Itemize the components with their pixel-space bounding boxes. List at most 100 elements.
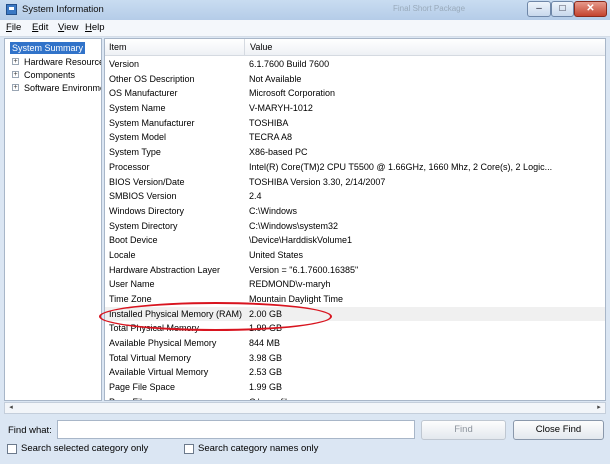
search-category-names-checkbox[interactable] <box>184 444 194 454</box>
scroll-right-arrow-icon[interactable]: ▸ <box>593 403 605 413</box>
table-row[interactable]: Boot Device \Device\HarddiskVolume1 <box>105 233 605 248</box>
row-item: System Directory <box>109 220 178 231</box>
row-item: User Name <box>109 279 155 290</box>
row-item: Other OS Description <box>109 73 195 84</box>
row-item: Windows Directory <box>109 205 185 216</box>
row-value: C:\Windows\system32 <box>249 220 339 231</box>
row-item: Version <box>109 59 140 69</box>
tree-item-system-summary[interactable]: System Summary <box>10 42 86 54</box>
list-rows: Version 6.1.7600 Build 7600 Other OS Descr… <box>105 57 605 400</box>
menu-help[interactable]: Help <box>85 22 105 33</box>
find-what-label: Find what: <box>8 425 52 436</box>
table-row[interactable]: Time Zone Mountain Daylight Time <box>105 292 605 307</box>
row-item: Locale <box>109 249 136 260</box>
search-category-names-label: Search category names only <box>198 443 319 454</box>
row-item: BIOS Version/Date <box>109 176 185 187</box>
close-button[interactable]: ✕ <box>574 1 607 17</box>
row-item: Installed Physical Memory (RAM) <box>109 308 243 319</box>
row-value: Not Available <box>249 73 302 84</box>
row-value: Intel(R) Core(TM)2 CPU T5500 @ 1.66GHz, … <box>249 161 553 172</box>
table-row[interactable]: System Name V-MARYH-1012 <box>105 101 605 116</box>
row-value: TOSHIBA Version 3.30, 2/14/2007 <box>249 176 386 187</box>
row-value: X86-based PC <box>249 147 308 158</box>
row-value: 844 MB <box>249 338 281 349</box>
system-information-icon <box>6 4 17 15</box>
menu-bar: File Edit View Help <box>0 20 610 37</box>
find-button[interactable]: Find <box>421 420 506 440</box>
table-row[interactable]: OS Manufacturer Microsoft Corporation <box>105 86 605 101</box>
row-value: REDMOND\v-maryh <box>249 279 331 290</box>
row-item: Page File <box>109 395 245 400</box>
row-item: System Type <box>109 147 161 158</box>
close-find-button[interactable]: Close Find <box>513 420 604 440</box>
row-item: Total Physical Memory <box>109 323 200 334</box>
expand-icon[interactable]: + <box>12 58 19 65</box>
row-value: 1.99 GB <box>249 323 283 334</box>
row-item: System Manufacturer <box>109 117 195 128</box>
column-header-item[interactable]: Item <box>105 39 245 55</box>
search-selected-category-checkbox[interactable] <box>7 444 17 454</box>
expand-icon[interactable]: + <box>12 71 19 78</box>
tree-item-label: Software Environment <box>24 83 101 93</box>
table-row[interactable]: Page File Space 1.99 GB <box>105 380 605 395</box>
row-value: 6.1.7600 Build 7600 <box>249 59 330 69</box>
row-value: 2.00 GB <box>249 308 283 319</box>
table-row[interactable]: System Type X86-based PC <box>105 145 605 160</box>
row-value: 2.4 <box>249 191 262 202</box>
row-item: System Name <box>109 103 166 114</box>
row-item: Boot Device <box>109 235 158 246</box>
row-item: Processor <box>109 161 150 172</box>
minimize-button[interactable]: – <box>527 1 551 17</box>
tree-item-label: Hardware Resources <box>24 57 102 67</box>
row-item: System Model <box>109 132 167 143</box>
table-row[interactable]: Total Physical Memory 1.99 GB <box>105 321 605 336</box>
table-row[interactable]: System Manufacturer TOSHIBA <box>105 116 605 131</box>
find-what-input[interactable] <box>57 420 415 439</box>
row-value: TOSHIBA <box>249 117 289 128</box>
table-row[interactable]: BIOS Version/Date TOSHIBA Version 3.30, 2… <box>105 175 605 190</box>
table-row[interactable]: Windows Directory C:\Windows <box>105 204 605 219</box>
row-value: United States <box>249 249 304 260</box>
row-value: Mountain Daylight Time <box>249 294 344 304</box>
row-value: 3.98 GB <box>249 352 283 363</box>
table-row[interactable]: Total Virtual Memory 3.98 GB <box>105 351 605 366</box>
table-row[interactable]: Installed Physical Memory (RAM) 2.00 GB <box>105 306 605 322</box>
table-row[interactable]: Page File C:\pagefile.sys <box>105 395 605 400</box>
table-row[interactable]: System Model TECRA A8 <box>105 130 605 145</box>
table-row[interactable]: Hardware Abstraction Layer Version = "6.1… <box>105 263 605 278</box>
table-row[interactable]: Available Physical Memory 844 MB <box>105 336 605 351</box>
table-row[interactable]: Other OS Description Not Available <box>105 72 605 87</box>
maximize-button[interactable]: □ <box>551 1 574 17</box>
scroll-left-arrow-icon[interactable]: ◂ <box>5 403 17 413</box>
horizontal-scrollbar[interactable]: ◂ ▸ <box>4 402 606 414</box>
row-item: Time Zone <box>109 294 152 304</box>
row-item: OS Manufacturer <box>109 88 178 99</box>
row-value: 2.53 GB <box>249 367 283 378</box>
table-row[interactable]: Processor Intel(R) Core(TM)2 CPU T5500 @ … <box>105 160 605 175</box>
column-header-value[interactable]: Value <box>246 39 605 55</box>
list-header: Item Value <box>105 39 605 56</box>
details-list[interactable]: Item Value Version 6.1.7600 Build 7600 Oth… <box>104 38 606 401</box>
menu-file[interactable]: File <box>6 22 21 33</box>
tree-item-label: Components <box>24 70 76 80</box>
table-row[interactable]: Available Virtual Memory 2.53 GB <box>105 365 605 380</box>
table-row[interactable]: System Directory C:\Windows\system32 <box>105 219 605 234</box>
row-value: V-MARYH-1012 <box>249 103 313 114</box>
menu-view[interactable]: View <box>58 22 78 33</box>
row-value: Version = "6.1.7600.16385" <box>249 264 359 275</box>
expand-icon[interactable]: + <box>12 84 19 91</box>
row-value: C:\pagefile.sys <box>249 395 603 400</box>
table-row[interactable]: Locale United States <box>105 248 605 263</box>
window-title: System Information <box>22 4 104 15</box>
category-tree[interactable]: System Summary + Hardware Resources + Co… <box>4 38 102 401</box>
row-item: SMBIOS Version <box>109 191 177 202</box>
table-row[interactable]: Version 6.1.7600 Build 7600 <box>105 57 605 72</box>
row-item: Available Physical Memory <box>109 338 217 349</box>
row-item: Available Virtual Memory <box>109 367 209 378</box>
background-window-title: Final Short Package <box>393 4 466 13</box>
table-row[interactable]: User Name REDMOND\v-maryh <box>105 277 605 292</box>
table-row[interactable]: SMBIOS Version 2.4 <box>105 189 605 204</box>
search-selected-category-label: Search selected category only <box>21 443 149 454</box>
menu-edit[interactable]: Edit <box>32 22 48 33</box>
row-value: TECRA A8 <box>249 132 293 143</box>
